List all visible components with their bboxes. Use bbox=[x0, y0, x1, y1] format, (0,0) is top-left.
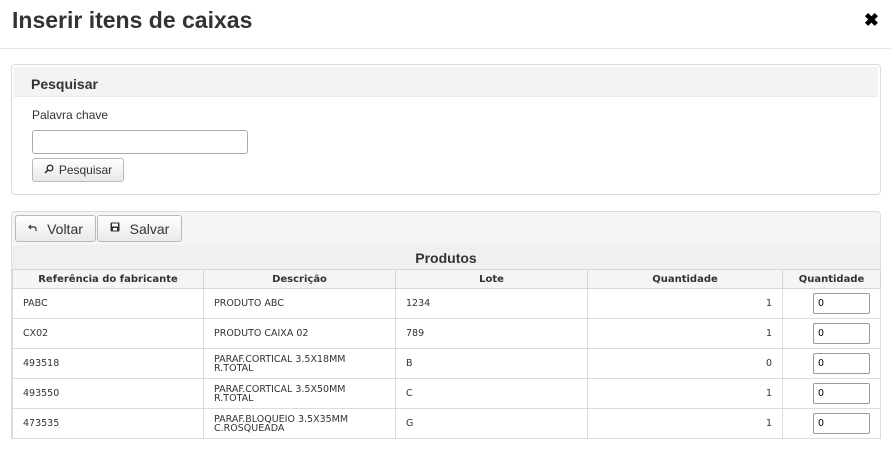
cell-quantity-input bbox=[782, 408, 881, 439]
cell-quantity-input bbox=[782, 378, 881, 409]
cell-lot: 1234 bbox=[395, 288, 588, 319]
table-row: 473535 PARAF.BLOQUEIO 3.5X35MM C.ROSQUEA… bbox=[12, 408, 881, 439]
cell-description: PRODUTO ABC bbox=[203, 288, 396, 319]
table-header-row: Referência do fabricante Descrição Lote … bbox=[12, 269, 881, 289]
cell-lot: 789 bbox=[395, 318, 588, 349]
cell-reference: 493550 bbox=[12, 378, 204, 409]
modal-header: Inserir itens de caixas ✖ bbox=[0, 0, 891, 49]
products-caption: Produtos bbox=[12, 245, 880, 269]
cell-reference: 493518 bbox=[12, 348, 204, 379]
cell-quantity: 1 bbox=[587, 288, 783, 319]
quantity-input[interactable] bbox=[813, 293, 870, 314]
search-button-label: Pesquisar bbox=[58, 163, 113, 177]
cell-quantity: 1 bbox=[587, 378, 783, 409]
cell-lot: B bbox=[395, 348, 588, 379]
cell-lot: G bbox=[395, 408, 588, 439]
floppy-disk-icon bbox=[110, 222, 120, 235]
search-icon bbox=[44, 163, 54, 177]
column-header-quantity: Quantidade bbox=[587, 269, 783, 289]
search-panel: Pesquisar Palavra chave Pesquisar bbox=[11, 64, 881, 195]
save-button-label: Salvar bbox=[129, 220, 170, 237]
cell-description: PARAF.CORTICAL 3.5X18MM R.TOTAL bbox=[203, 348, 396, 379]
cell-reference: 473535 bbox=[12, 408, 204, 439]
table-row: PABC PRODUTO ABC 1234 1 bbox=[12, 288, 881, 319]
keyword-input[interactable] bbox=[32, 130, 248, 154]
column-header-lot: Lote bbox=[395, 269, 588, 289]
cell-quantity-input bbox=[782, 318, 881, 349]
cell-reference: CX02 bbox=[12, 318, 204, 349]
cell-reference: PABC bbox=[12, 288, 204, 319]
cell-description: PRODUTO CAIXA 02 bbox=[203, 318, 396, 349]
column-header-reference: Referência do fabricante bbox=[12, 269, 204, 289]
toolbar: Voltar Salvar bbox=[11, 211, 881, 245]
cell-quantity-input bbox=[782, 348, 881, 379]
table-row: 493518 PARAF.CORTICAL 3.5X18MM R.TOTAL B… bbox=[12, 348, 881, 379]
modal-title: Inserir itens de caixas bbox=[12, 7, 253, 33]
cell-quantity: 0 bbox=[587, 348, 783, 379]
close-icon[interactable]: ✖ bbox=[864, 11, 879, 29]
quantity-input[interactable] bbox=[813, 353, 870, 374]
table-row: 493550 PARAF.CORTICAL 3.5X50MM R.TOTAL C… bbox=[12, 378, 881, 409]
back-arrow-icon bbox=[28, 223, 37, 235]
save-button[interactable]: Salvar bbox=[97, 215, 182, 242]
back-button[interactable]: Voltar bbox=[15, 215, 96, 242]
column-header-description: Descrição bbox=[203, 269, 396, 289]
search-button[interactable]: Pesquisar bbox=[32, 158, 124, 182]
cell-description: PARAF.CORTICAL 3.5X50MM R.TOTAL bbox=[203, 378, 396, 409]
keyword-label: Palavra chave bbox=[32, 108, 109, 122]
products-table: Referência do fabricante Descrição Lote … bbox=[12, 269, 881, 439]
back-button-label: Voltar bbox=[47, 220, 83, 237]
cell-lot: C bbox=[395, 378, 588, 409]
cell-quantity: 1 bbox=[587, 408, 783, 439]
column-header-quantity-input: Quantidade bbox=[782, 269, 881, 289]
cell-quantity: 1 bbox=[587, 318, 783, 349]
products-table-wrapper: Produtos Referência do fabricante Descri… bbox=[11, 245, 881, 439]
search-panel-title: Pesquisar bbox=[14, 67, 878, 97]
quantity-input[interactable] bbox=[813, 323, 870, 344]
cell-description: PARAF.BLOQUEIO 3.5X35MM C.ROSQUEADA bbox=[203, 408, 396, 439]
quantity-input[interactable] bbox=[813, 383, 870, 404]
cell-quantity-input bbox=[782, 288, 881, 319]
table-row: CX02 PRODUTO CAIXA 02 789 1 bbox=[12, 318, 881, 349]
quantity-input[interactable] bbox=[813, 413, 870, 434]
